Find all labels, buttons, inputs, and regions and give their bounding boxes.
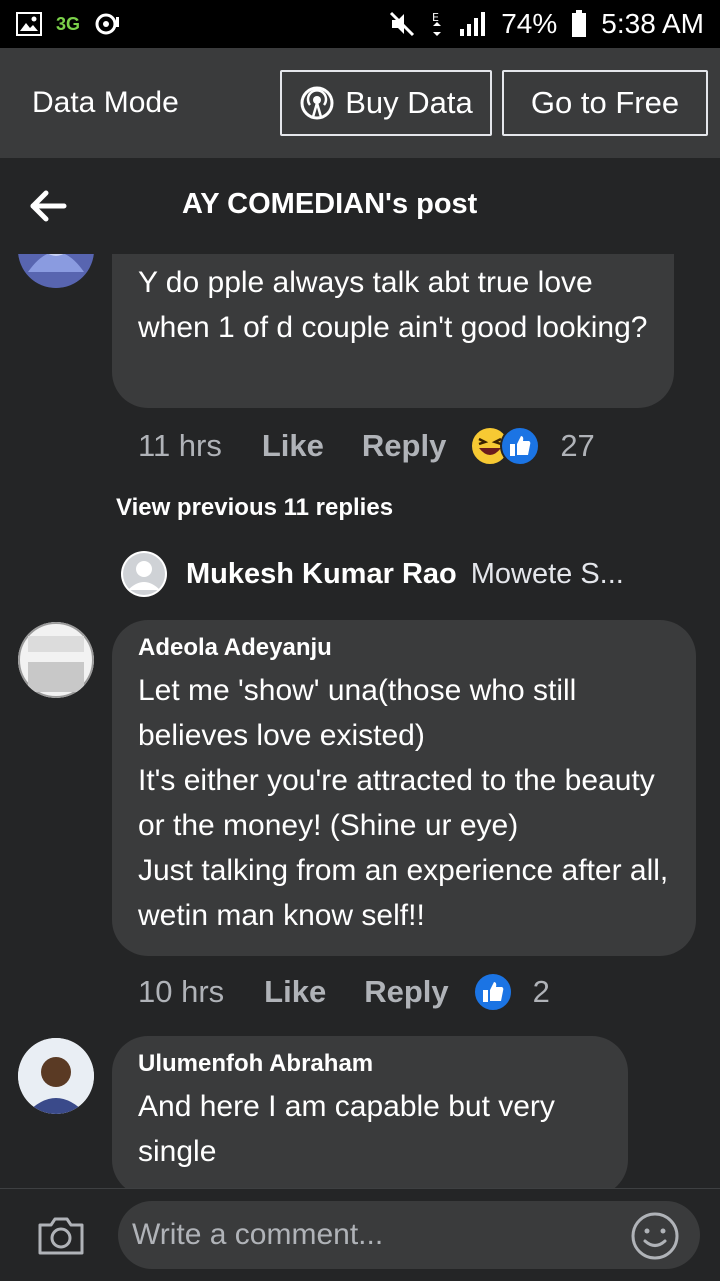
comment-composer — [0, 1188, 720, 1281]
comment-text: And here I am capable but very single — [138, 1090, 555, 1168]
reaction-count: 27 — [560, 428, 595, 463]
avatar[interactable] — [18, 254, 94, 288]
avatar[interactable] — [18, 622, 94, 698]
comment-time: 11 hrs — [138, 428, 222, 463]
go-to-free-button[interactable]: Go to Free — [502, 70, 708, 136]
comment-input[interactable] — [118, 1201, 700, 1269]
go-to-free-label: Go to Free — [530, 85, 680, 120]
battery-icon — [572, 10, 587, 37]
reactions[interactable] — [472, 972, 513, 1012]
comment-author[interactable]: Ulumenfoh Abraham — [138, 1050, 604, 1078]
gallery-icon — [16, 12, 42, 36]
back-arrow-icon[interactable] — [28, 188, 68, 224]
data-mode-label: Data Mode — [32, 86, 179, 119]
reaction-count: 2 — [532, 974, 550, 1009]
reply-snippet: Mowete S... — [470, 557, 624, 590]
reply-preview[interactable]: Mukesh Kumar Rao Mowete S... — [120, 550, 624, 598]
like-reaction-icon — [472, 972, 513, 1012]
reply-button[interactable]: Reply — [364, 974, 448, 1010]
post-header: AY COMEDIAN's post — [0, 158, 720, 254]
svg-text:E: E — [432, 11, 439, 24]
comment-time: 10 hrs — [138, 974, 225, 1009]
view-previous-replies[interactable]: View previous 11 replies — [116, 494, 393, 522]
broadcast-icon — [300, 86, 334, 120]
data-mode-bar: Data Mode Buy Data Go to Free — [0, 48, 720, 158]
like-reaction-icon — [500, 426, 541, 466]
network-type: 3G — [56, 13, 81, 34]
reply-button[interactable]: Reply — [362, 428, 446, 464]
reply-author: Mukesh Kumar Rao — [186, 557, 457, 590]
page-title: AY COMEDIAN's post — [182, 188, 478, 220]
reply-avatar-icon — [121, 551, 167, 597]
comment-meta: 11 hrs Like Reply 27 — [138, 426, 595, 466]
like-button[interactable]: Like — [264, 974, 326, 1010]
avatar[interactable] — [18, 1038, 94, 1114]
camera-icon[interactable] — [36, 1215, 86, 1257]
reactions[interactable] — [470, 426, 541, 466]
comment-bubble[interactable]: Ulumenfoh Abraham And here I am capable … — [112, 1036, 628, 1188]
comment-meta: 10 hrs Like Reply 2 — [138, 972, 550, 1012]
comment-text: Let me 'show' una(those who still believ… — [138, 674, 669, 932]
mute-icon — [390, 11, 415, 37]
like-button[interactable]: Like — [262, 428, 324, 464]
emoji-icon[interactable] — [630, 1211, 680, 1261]
sync-icon — [95, 13, 120, 35]
battery-percent: 74% — [501, 8, 558, 39]
signal-icon — [460, 12, 486, 36]
comment-author[interactable]: Adeola Adeyanju — [138, 634, 672, 662]
comments-list[interactable]: Y do pple always talk abt true love when… — [0, 254, 720, 1188]
clock: 5:38 AM — [601, 8, 704, 39]
comment-text: Y do pple always talk abt true love when… — [138, 266, 648, 344]
buy-data-button[interactable]: Buy Data — [280, 70, 492, 136]
data-transfer-icon: E — [432, 11, 442, 36]
comment-bubble[interactable]: Y do pple always talk abt true love when… — [112, 254, 674, 408]
status-bar: 3G E 74% 5:38 AM — [0, 0, 720, 48]
comment-bubble[interactable]: Adeola Adeyanju Let me 'show' una(those … — [112, 620, 696, 956]
buy-data-label: Buy Data — [345, 85, 473, 120]
